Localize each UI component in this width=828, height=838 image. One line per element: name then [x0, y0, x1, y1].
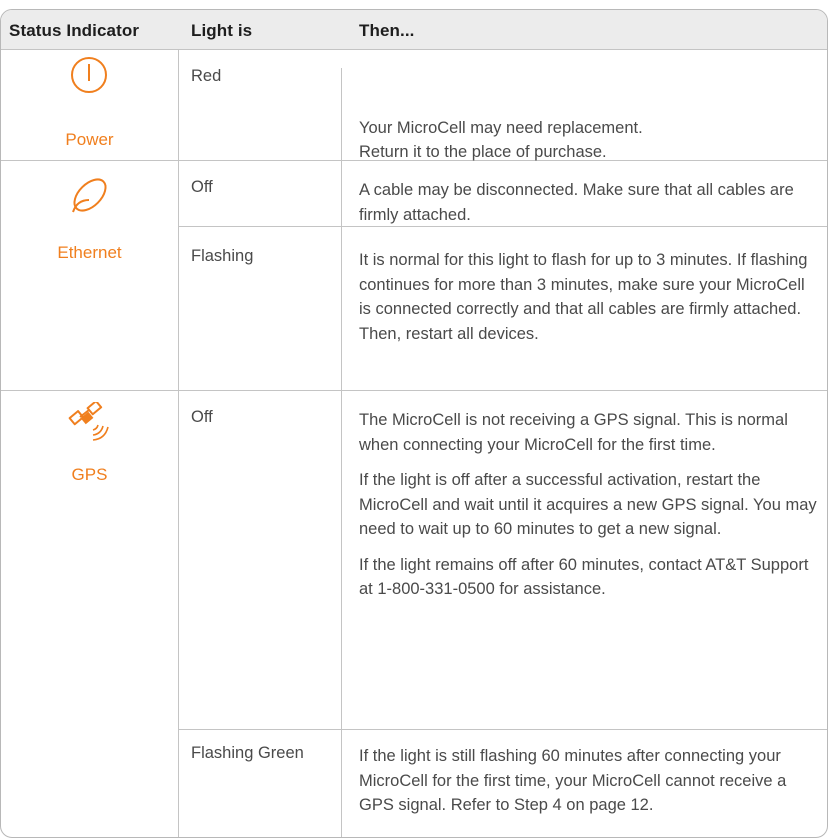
satellite-icon: [68, 402, 109, 441]
table-header: Status Indicator Light is Then...: [1, 10, 827, 50]
then-paragraph: If the light is off after a successful a…: [359, 471, 817, 538]
then-paragraph: If the light remains off after 60 minute…: [359, 555, 809, 599]
light-then-divider: [341, 226, 342, 390]
subrow-separator: [178, 729, 827, 730]
indicator-label-power: Power: [65, 130, 114, 149]
then-paragraph: It is normal for this light to flash for…: [359, 251, 808, 343]
status-table: Status Indicator Light is Then... Power …: [0, 9, 828, 838]
then-text: It is normal for this light to flash for…: [359, 248, 821, 357]
light-state: Flashing: [191, 247, 254, 265]
light-state: Flashing Green: [191, 744, 304, 762]
power-icon: [71, 57, 107, 93]
indicator-label-ethernet: Ethernet: [57, 243, 122, 262]
light-then-divider: [341, 160, 342, 226]
header-then: Then...: [359, 21, 415, 40]
then-paragraph: A cable may be disconnected. Make sure t…: [359, 181, 794, 224]
header-light-is: Light is: [191, 21, 253, 40]
light-state: Off: [191, 178, 213, 196]
light-then-divider: [341, 390, 342, 729]
light-then-divider: [341, 729, 342, 837]
then-text: If the light is still flashing 60 minute…: [359, 744, 821, 829]
light-state: Red: [191, 67, 222, 85]
then-text: The MicroCell is not receiving a GPS sig…: [359, 408, 821, 613]
then-paragraph: The MicroCell is not receiving a GPS sig…: [359, 411, 788, 454]
then-paragraph: If the light is still flashing 60 minute…: [359, 747, 787, 814]
ethernet-icon: [72, 178, 107, 213]
then-text: A cable may be disconnected. Make sure t…: [359, 178, 821, 238]
column-divider: [178, 50, 179, 837]
light-then-divider: [341, 68, 342, 160]
then-paragraph: Your MicroCell may need replacement. Ret…: [359, 118, 643, 162]
light-state: Off: [191, 408, 213, 426]
indicator-label-gps: GPS: [71, 465, 108, 484]
header-status-indicator: Status Indicator: [9, 21, 140, 40]
row-separator: [1, 390, 827, 391]
